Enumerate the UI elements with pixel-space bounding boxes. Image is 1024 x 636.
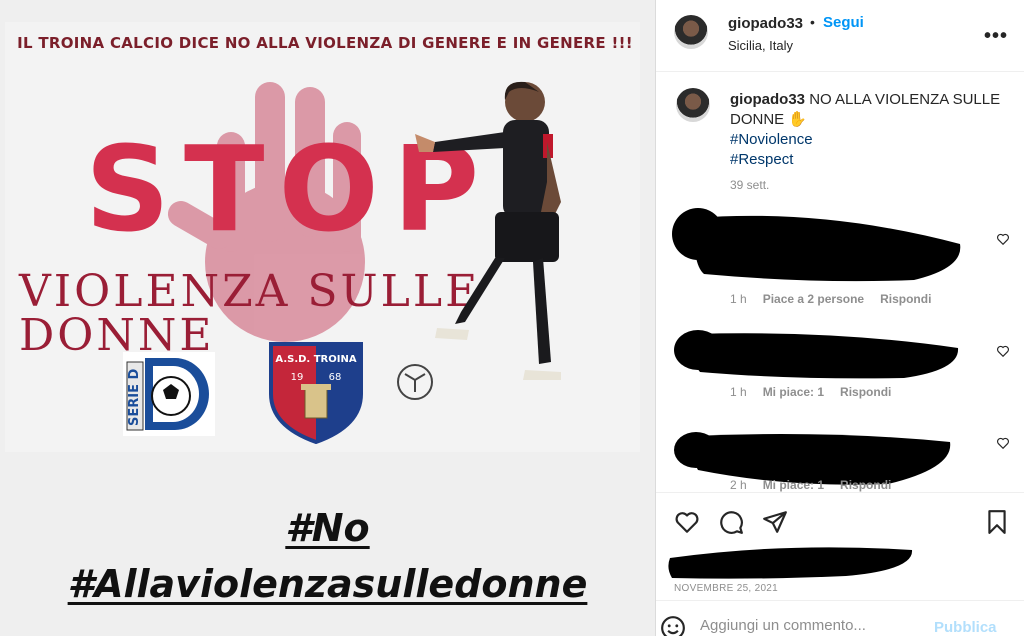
comment-likes[interactable]: Mi piace: 1 [763,478,824,492]
caption-timestamp: 39 sett. [730,178,770,192]
comment-input[interactable] [700,617,920,634]
serie-d-logo: SERIE D [123,352,215,436]
heart-icon[interactable] [996,436,1010,450]
caption-body: giopado33 NO ALLA VIOLENZA SULLE DONNE ✋… [730,90,1005,170]
post-date: NOVEMBRE 25, 2021 [674,583,779,594]
post-sidebar: giopado33 • Segui Sicilia, Italy ••• gio… [655,0,1024,636]
publish-button[interactable]: Pubblica [934,619,997,636]
stop-violence-poster: IL TROINA CALCIO DICE NO ALLA VIOLENZA D… [5,22,640,452]
comment-item: 1 h Mi piace: 1 Rispondi [656,320,1024,410]
crest-year-right: 68 [329,372,342,383]
post-hashtags-text: #No #Allaviolenzasulledonne [0,500,655,612]
hashtag-respect[interactable]: #Respect [730,150,1005,170]
follow-button[interactable]: Segui [823,14,864,31]
bookmark-icon[interactable] [984,509,1010,535]
add-comment-bar: Pubblica [656,600,1024,636]
comment-meta: 2 h Mi piace: 1 Rispondi [730,478,891,492]
share-icon[interactable] [762,509,788,535]
comment-time: 1 h [730,292,747,306]
more-horizontal-icon[interactable]: ••• [984,25,1008,48]
comment-meta: 1 h Piace a 2 persone Rispondi [730,292,931,306]
post-header: giopado33 • Segui Sicilia, Italy ••• [656,0,1024,72]
raised-hand-emoji: ✋ [788,111,808,128]
location-link[interactable]: Sicilia, Italy [728,38,793,53]
hashtag-allaviolenza: #Allaviolenzasulledonne [67,562,588,606]
hashtag-no: #No [285,506,370,550]
reply-button[interactable]: Rispondi [880,292,931,306]
comment-time: 1 h [730,385,747,399]
comment-meta: 1 h Mi piace: 1 Rispondi [730,385,891,399]
redacted-comment [674,330,959,379]
avatar[interactable] [674,15,708,49]
comment-item: 2 h Mi piace: 1 Rispondi [656,414,1024,492]
heart-icon[interactable] [674,509,700,535]
post-image[interactable]: IL TROINA CALCIO DICE NO ALLA VIOLENZA D… [0,0,655,636]
heart-icon[interactable] [996,232,1010,246]
separator-dot: • [810,14,815,30]
serie-d-label: SERIE D [127,369,142,426]
caption-username[interactable]: giopado33 [730,91,805,108]
comment-likes[interactable]: Piace a 2 persone [763,292,864,306]
heart-icon[interactable] [996,344,1010,358]
asd-troina-crest: A.S.D. TROINA 19 68 [269,342,363,444]
caption-avatar[interactable] [676,88,710,122]
poster-headline: IL TROINA CALCIO DICE NO ALLA VIOLENZA D… [17,34,633,52]
reply-button[interactable]: Rispondi [840,385,891,399]
comment-icon[interactable] [718,509,744,535]
hashtag-noviolence[interactable]: #Noviolence [730,130,1005,150]
comment-likes[interactable]: Mi piace: 1 [763,385,824,399]
redacted-likes [668,547,913,579]
comment-time: 2 h [730,478,747,492]
reply-button[interactable]: Rispondi [840,478,891,492]
redacted-comment [672,208,961,282]
header-username[interactable]: giopado33 [728,15,803,32]
crest-title: A.S.D. TROINA [275,354,356,365]
football-player-image [397,81,561,400]
crest-year-left: 19 [291,372,304,383]
comment-item: 1 h Piace a 2 persone Rispondi [656,200,1024,306]
emoji-icon[interactable] [660,615,686,636]
